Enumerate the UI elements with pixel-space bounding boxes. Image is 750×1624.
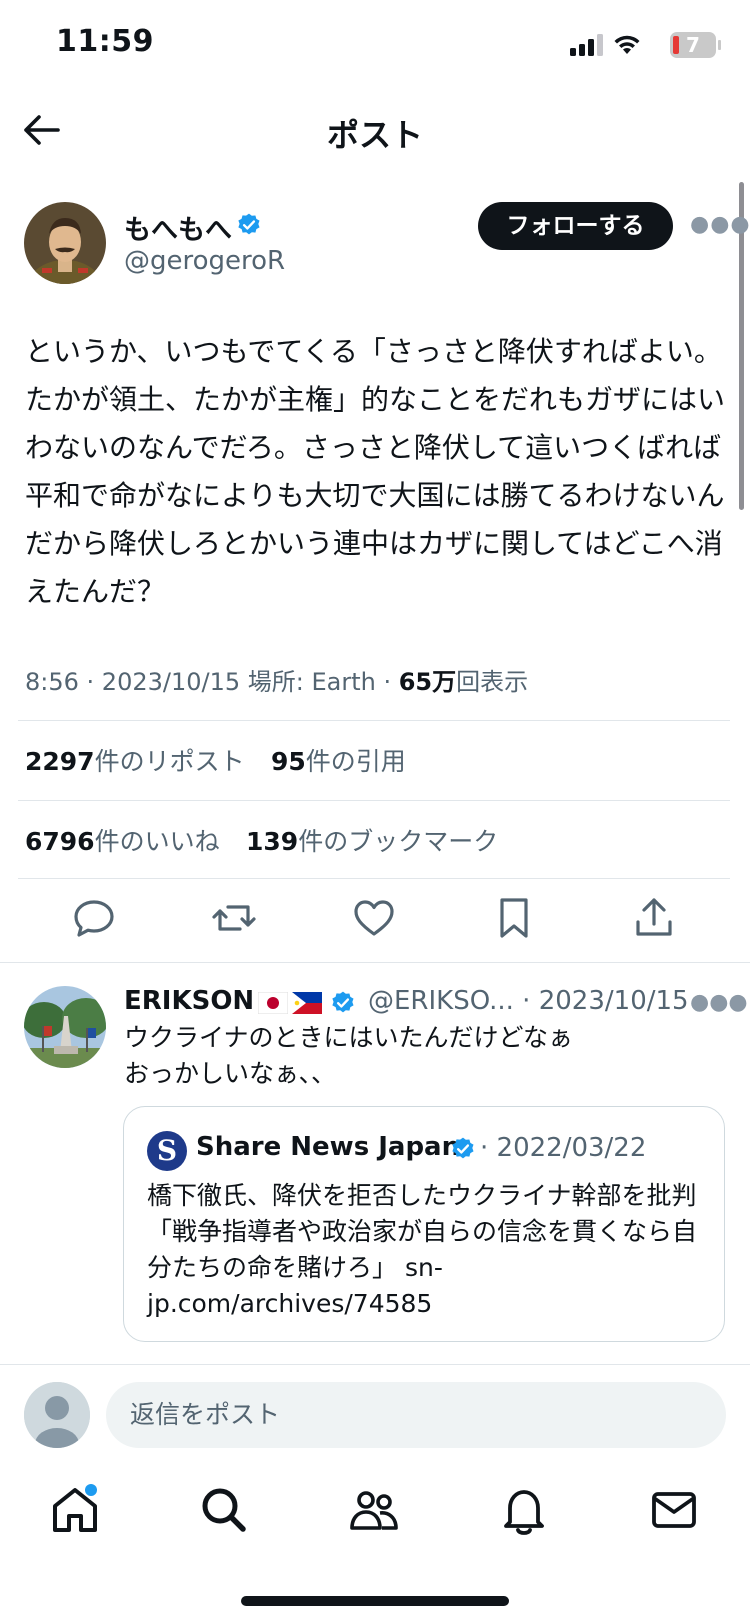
reply-name[interactable]: ERIKSON	[124, 986, 254, 1016]
repost-icon[interactable]	[210, 894, 258, 942]
quote-text: 橋下徹氏、降伏を拒否したウクライナ幹部を批判「戦争指導者や政治家が自らの信念を貫…	[147, 1181, 698, 1318]
tweet-date: 2023/10/15	[101, 668, 241, 696]
reply-icon[interactable]	[70, 894, 118, 942]
views-unit: 万	[432, 668, 457, 696]
quote-date: · 2022/03/22	[480, 1133, 647, 1163]
japan-flag-icon	[257, 991, 289, 1014]
reposts-count: 2297	[25, 747, 95, 776]
follow-button[interactable]: フォローする	[478, 202, 673, 250]
quotes-label: 件の引用	[305, 747, 406, 776]
bookmarks-stat[interactable]: 139件のブックマーク	[246, 822, 498, 858]
author-handle[interactable]: @gerogeroR	[124, 246, 285, 276]
author-name[interactable]: もへもへ	[124, 208, 232, 247]
more-options-icon[interactable]: ●●●	[690, 212, 750, 237]
status-time: 11:59	[56, 24, 154, 59]
quote-source-logo: S	[147, 1131, 187, 1171]
likes-label: 件のいいね	[94, 827, 220, 856]
reply-more-options-icon[interactable]: ●●●	[690, 990, 748, 1015]
author-avatar[interactable]	[24, 202, 106, 284]
reply-handle[interactable]: @ERIKSO...	[368, 986, 514, 1016]
views-number: 65	[398, 668, 433, 696]
verified-badge-icon	[452, 1137, 474, 1159]
share-icon[interactable]	[630, 894, 678, 942]
reply-text-line: ウクライナのときにはいたんだけどなぁ	[124, 1023, 574, 1052]
reply-text: ウクライナのときにはいたんだけどなぁ おっかしいなぁ、、	[124, 1020, 714, 1092]
tweet-meta: 8:56 · 2023/10/15 場所: Earth · 65万回表示	[25, 668, 529, 696]
wifi-icon	[614, 35, 640, 54]
tweet-text: というか、いつもでてくる「さっさと降伏すればよい。たかが領土、たかが主権」的なこ…	[25, 335, 726, 608]
divider	[18, 720, 730, 721]
reposts-label: 件のリポスト	[94, 747, 245, 776]
reply-input[interactable]: 返信をポスト	[106, 1382, 726, 1448]
reply-date: 2023/10/15	[538, 986, 689, 1016]
verified-badge-icon	[332, 991, 354, 1013]
views-label: 回表示	[456, 668, 529, 696]
divider	[0, 1364, 750, 1365]
messages-icon[interactable]	[646, 1482, 702, 1538]
philippines-flag-icon	[292, 991, 323, 1014]
tweet-location: 場所: Earth	[247, 668, 376, 696]
search-icon[interactable]	[196, 1482, 252, 1538]
reply-text-line: おっかしいなぁ、、	[124, 1059, 337, 1088]
likes-stat[interactable]: 6796件のいいね	[25, 822, 220, 858]
reposts-stat[interactable]: 2297件のリポスト	[25, 742, 245, 778]
cellular-signal-icon	[570, 34, 603, 56]
divider	[18, 800, 730, 801]
battery-level: 7	[686, 33, 700, 57]
battery-indicator: 7	[670, 32, 716, 58]
like-icon[interactable]	[350, 894, 398, 942]
bookmarks-label: 件のブックマーク	[298, 827, 499, 856]
bookmark-icon[interactable]	[490, 894, 538, 942]
reply-handle-and-date[interactable]: @ERIKSO... · 2023/10/15	[368, 986, 689, 1016]
divider	[18, 878, 730, 879]
quotes-count: 95	[271, 747, 306, 776]
battery-cap	[718, 40, 721, 50]
reply-author[interactable]: ERIKSON	[124, 986, 323, 1016]
quote-source-name[interactable]: Share News Japan	[196, 1132, 460, 1162]
my-avatar	[24, 1382, 90, 1448]
home-indicator[interactable]	[241, 1596, 509, 1606]
bookmarks-count: 139	[246, 827, 299, 856]
tweet-time: 8:56	[25, 668, 79, 696]
page-title: ポスト	[326, 116, 423, 154]
quotes-stat[interactable]: 95件の引用	[271, 742, 406, 778]
notifications-icon[interactable]	[496, 1482, 552, 1538]
home-icon[interactable]	[47, 1482, 103, 1538]
likes-count: 6796	[25, 827, 95, 856]
quote-date-value: 2022/03/22	[496, 1133, 647, 1163]
reply-avatar[interactable]	[24, 986, 106, 1068]
divider	[0, 962, 750, 963]
communities-icon[interactable]	[346, 1482, 402, 1538]
verified-badge-icon	[238, 213, 260, 235]
